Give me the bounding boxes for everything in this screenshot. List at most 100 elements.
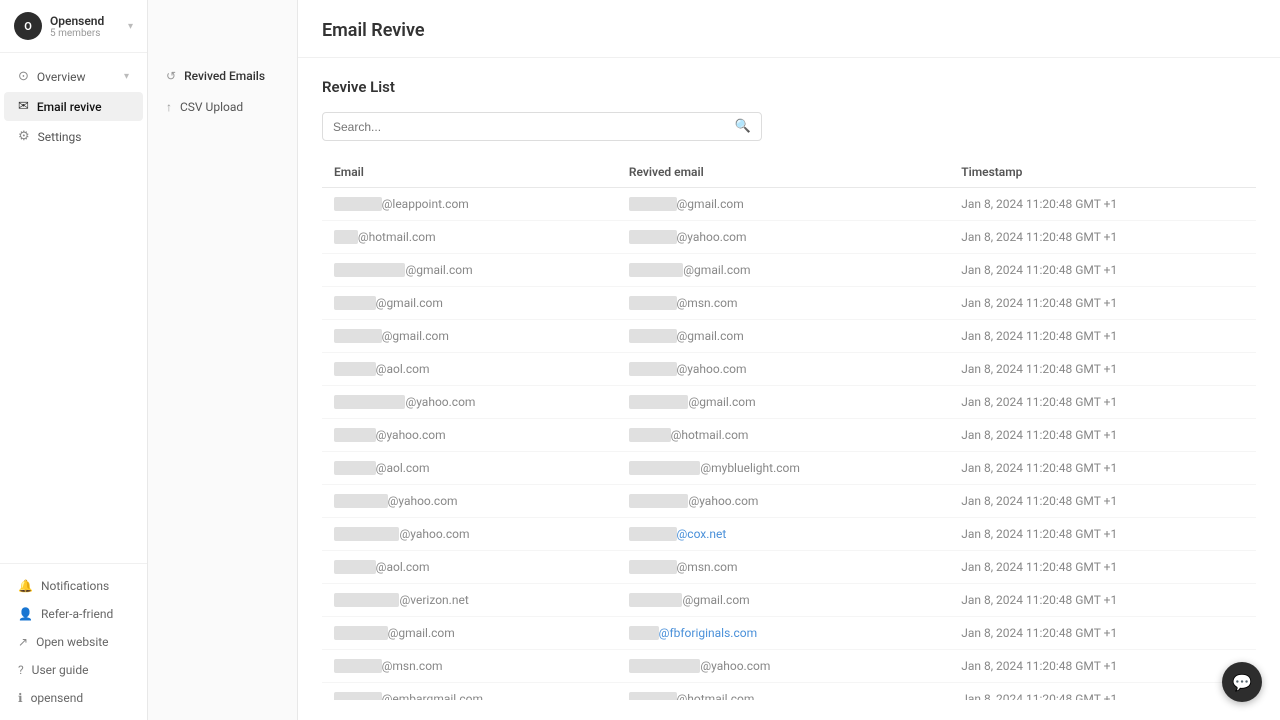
- timestamp-cell: Jan 8, 2024 11:20:48 GMT +1: [949, 254, 1256, 287]
- email-cell: xxxxxxxx@msn.com: [322, 650, 617, 683]
- revived-domain: @msn.com: [677, 560, 738, 574]
- email-redacted: xxxxxxxxxxx: [334, 527, 399, 541]
- chevron-down-icon: ▾: [124, 71, 129, 82]
- chat-button[interactable]: 💬: [1222, 662, 1262, 702]
- brand-button[interactable]: O Opensend 5 members ▾: [0, 0, 147, 53]
- revived-email-cell: xxxxxxxx@yahoo.com: [617, 353, 949, 386]
- timestamp-cell: Jan 8, 2024 11:20:48 GMT +1: [949, 485, 1256, 518]
- sidebar-item-notifications[interactable]: 🔔 Notifications: [4, 572, 143, 600]
- revived-email-cell: xxxxxxxxxxxx@mybluelight.com: [617, 452, 949, 485]
- timestamp-cell: Jan 8, 2024 11:20:48 GMT +1: [949, 650, 1256, 683]
- table-row: xxxxxxxxxxxx@gmail.comxxxxxxxx4@gmail.co…: [322, 254, 1256, 287]
- sidebar-item-open-website[interactable]: ↗ Open website: [4, 628, 143, 656]
- sidebar: O Opensend 5 members ▾ ⊙ Overview ▾ ✉ Em…: [0, 0, 148, 720]
- table-row: xxxxxxxxx@yahoo.comxxxxxxxxxx@yahoo.comJ…: [322, 485, 1256, 518]
- email-domain: @gmail.com: [376, 296, 443, 310]
- sidebar-item-settings-label: Settings: [38, 130, 82, 144]
- email-cell: xxxxxxx@aol.com: [322, 353, 617, 386]
- revive-table: Email Revived email Timestamp xxxxxxxx@l…: [322, 157, 1256, 700]
- email-domain: @gmail.com: [382, 329, 449, 343]
- sub-sidebar-item-csv-upload[interactable]: ↑ CSV Upload: [152, 92, 293, 122]
- col-revived-email: Revived email: [617, 157, 949, 188]
- table-container: Email Revived email Timestamp xxxxxxxx@l…: [322, 157, 1256, 700]
- revived-email-cell: xxxxxxxx@hotmail.com: [617, 683, 949, 701]
- timestamp-cell: Jan 8, 2024 11:20:48 GMT +1: [949, 188, 1256, 221]
- revived-redacted: xxxxxxxxxx: [629, 494, 689, 508]
- brand-chevron-icon: ▾: [128, 21, 133, 32]
- revived-redacted: xxxxxxxxx: [629, 593, 683, 607]
- brand-members: 5 members: [50, 28, 124, 39]
- timestamp-cell: Jan 8, 2024 11:20:48 GMT +1: [949, 452, 1256, 485]
- revived-redacted: xxxxxxxx: [629, 692, 677, 700]
- email-redacted: xxxxxxxx: [334, 329, 382, 343]
- email-domain: @yahoo.com: [376, 428, 446, 442]
- email-cell: xxxx@hotmail.com: [322, 221, 617, 254]
- revived-domain: @yahoo.com: [677, 230, 747, 244]
- refer-label: Refer-a-friend: [41, 607, 113, 621]
- email-redacted: xxxxxxxx: [334, 692, 382, 700]
- email-cell: xxxxxxxx@embarqmail.com: [322, 683, 617, 701]
- revived-domain: @gmail.com: [683, 263, 750, 277]
- revived-emails-icon: ↺: [166, 69, 176, 83]
- sidebar-nav: ⊙ Overview ▾ ✉ Email revive ⚙ Settings: [0, 53, 147, 563]
- revive-panel: Revive List 🔍 Email Revived email Timest…: [298, 58, 1280, 720]
- email-cell: xxxxxxx@aol.com: [322, 452, 617, 485]
- table-row: xxxxxxx@aol.comxxxxxxxxxxxx@mybluelight.…: [322, 452, 1256, 485]
- main-header: Email Revive: [298, 0, 1280, 58]
- sidebar-item-refer[interactable]: 👤 Refer-a-friend: [4, 600, 143, 628]
- revived-email-cell: xxxxxxxxx@gmail.com: [617, 584, 949, 617]
- email-domain: @verizon.net: [399, 593, 468, 607]
- revived-domain: @gmail.com: [682, 593, 749, 607]
- email-redacted: xxxxxxxxxxxx: [334, 395, 405, 409]
- open-website-icon: ↗: [18, 635, 28, 649]
- table-row: xxxxxxx@aol.comxxxxxxxx@msn.comJan 8, 20…: [322, 551, 1256, 584]
- revived-domain: @yahoo.com: [688, 494, 758, 508]
- col-email: Email: [322, 157, 617, 188]
- table-row: xxxxxxxx@embarqmail.comxxxxxxxx@hotmail.…: [322, 683, 1256, 701]
- revived-email-cell: xxxxxxxx@msn.com: [617, 551, 949, 584]
- sidebar-bottom: 🔔 Notifications 👤 Refer-a-friend ↗ Open …: [0, 563, 147, 720]
- open-website-label: Open website: [36, 635, 108, 649]
- email-cell: xxxxxxxx@gmail.com: [322, 320, 617, 353]
- email-revive-icon: ✉: [18, 99, 29, 114]
- email-domain: @gmail.com: [388, 626, 455, 640]
- email-cell: xxxxxxxx@leappoint.com: [322, 188, 617, 221]
- timestamp-cell: Jan 8, 2024 11:20:48 GMT +1: [949, 683, 1256, 701]
- email-redacted: xxxxxxx: [334, 296, 376, 310]
- search-input[interactable]: [333, 120, 735, 134]
- table-row: xxxxxxx@gmail.comxxxxxxxx@msn.comJan 8, …: [322, 287, 1256, 320]
- revived-email-cell: xxxxxxxxxx@yahoo.com: [617, 485, 949, 518]
- email-redacted: xxxxxxxxxxx: [334, 593, 399, 607]
- revived-domain: @gmail.com: [677, 197, 744, 211]
- revived-redacted: xxxxxxxx: [629, 560, 677, 574]
- sidebar-item-user-guide[interactable]: ? User guide: [4, 656, 143, 684]
- revived-domain: @msn.com: [677, 296, 738, 310]
- sidebar-footer: ℹ opensend: [4, 684, 143, 712]
- timestamp-cell: Jan 8, 2024 11:20:48 GMT +1: [949, 551, 1256, 584]
- sidebar-item-overview[interactable]: ⊙ Overview ▾: [4, 62, 143, 91]
- timestamp-cell: Jan 8, 2024 11:20:48 GMT +1: [949, 518, 1256, 551]
- revived-redacted: xxxxxxxx: [629, 296, 677, 310]
- revived-domain: @mybluelight.com: [700, 461, 800, 475]
- sub-sidebar-item-revived-emails[interactable]: ↺ Revived Emails: [152, 61, 293, 91]
- revived-redacted: xxxxxxxx: [629, 197, 677, 211]
- table-row: xxxxxxxxx@gmail.comxxxxx@fbforiginals.co…: [322, 617, 1256, 650]
- table-row: xxxxxxx@yahoo.comxxxxxxx@hotmail.comJan …: [322, 419, 1256, 452]
- brand-avatar: O: [14, 12, 42, 40]
- revived-domain: @yahoo.com: [677, 362, 747, 376]
- email-domain: @hotmail.com: [358, 230, 436, 244]
- table-row: xxxxxxxx@gmail.comxxxxxxxx@gmail.comJan …: [322, 320, 1256, 353]
- revived-domain: @gmail.com: [677, 329, 744, 343]
- timestamp-cell: Jan 8, 2024 11:20:48 GMT +1: [949, 353, 1256, 386]
- revived-email-cell: xxxxxxxxxxxx@yahoo.com: [617, 650, 949, 683]
- search-bar: 🔍: [322, 112, 762, 141]
- sidebar-item-email-revive[interactable]: ✉ Email revive: [4, 92, 143, 121]
- footer-label: opensend: [31, 691, 84, 705]
- brand-name: Opensend: [50, 14, 124, 28]
- sidebar-item-settings[interactable]: ⚙ Settings: [4, 122, 143, 151]
- email-redacted: xxxxxxx: [334, 428, 376, 442]
- email-domain: @gmail.com: [405, 263, 472, 277]
- revived-redacted: xxxxxxxx4: [629, 263, 683, 277]
- table-row: xxxx@hotmail.comxxxxxxxx@yahoo.comJan 8,…: [322, 221, 1256, 254]
- revived-email-cell: xxxxxxxxxx@gmail.com: [617, 386, 949, 419]
